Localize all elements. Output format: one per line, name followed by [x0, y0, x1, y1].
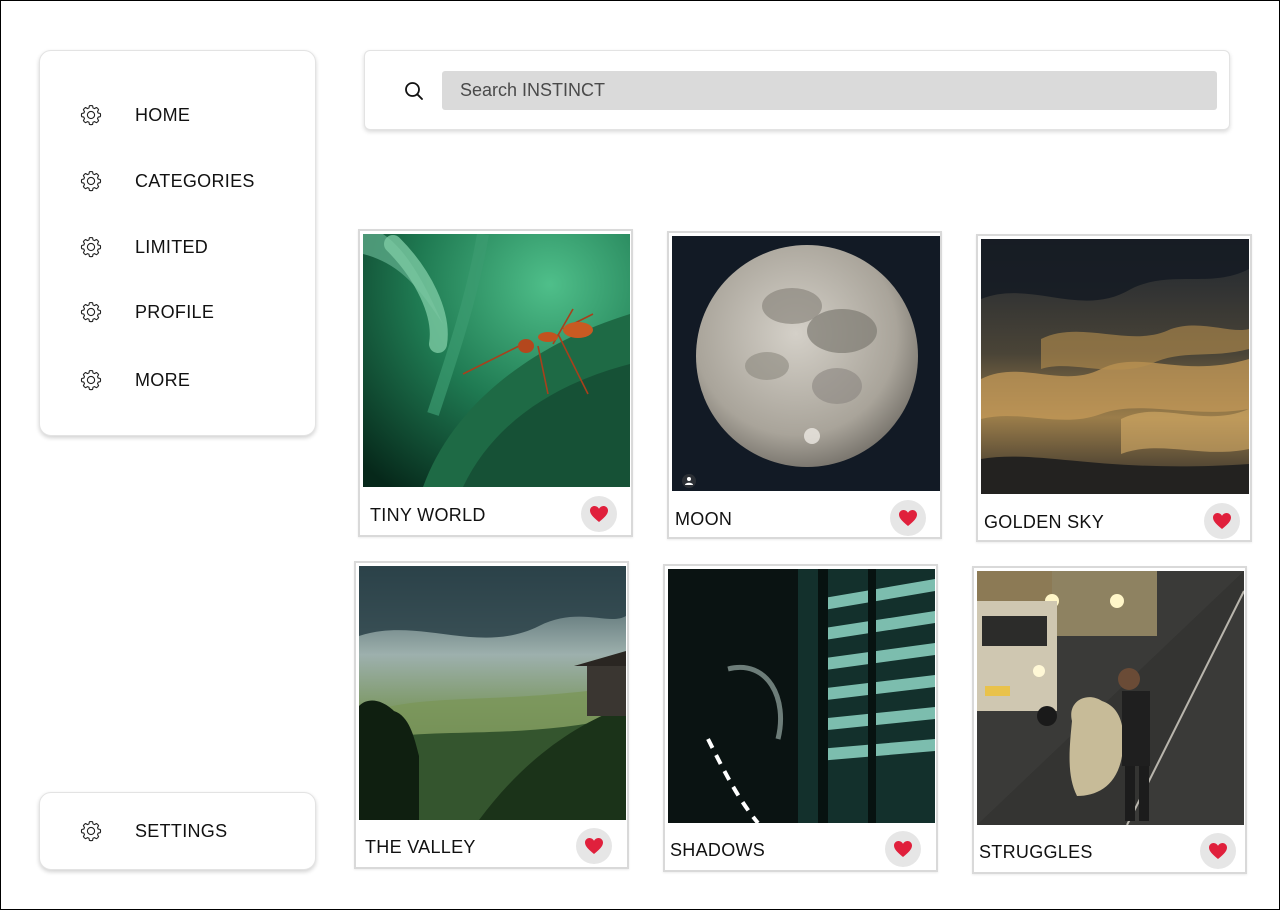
sidebar-item-more[interactable]: MORE	[78, 365, 190, 395]
heart-icon	[1209, 843, 1227, 859]
search-icon[interactable]	[403, 80, 425, 102]
photo-title: THE VALLEY	[365, 837, 476, 857]
photo-card: STRUGGLES	[972, 566, 1247, 874]
gear-icon	[78, 367, 104, 393]
like-button[interactable]	[885, 831, 921, 867]
sidebar-item-settings[interactable]: SETTINGS	[78, 816, 227, 846]
sidebar-item-profile[interactable]: PROFILE	[78, 297, 214, 327]
sidebar-item-label: HOME	[135, 104, 191, 125]
photo-card: TINY WORLD	[358, 229, 633, 537]
photo-thumbnail[interactable]	[363, 234, 630, 487]
sidebar-item-label: PROFILE	[135, 301, 215, 322]
gear-icon	[78, 299, 104, 325]
gear-icon	[78, 102, 104, 128]
sidebar-item-limited[interactable]: LIMITED	[78, 232, 208, 262]
sidebar-item-label: SETTINGS	[135, 820, 228, 841]
sidebar-nav: HOME CATEGORIES LIMITED PROFILE MORE	[39, 50, 316, 436]
like-button[interactable]	[1200, 833, 1236, 869]
gear-icon	[78, 818, 104, 844]
heart-icon	[585, 838, 603, 854]
like-button[interactable]	[1204, 503, 1240, 539]
like-button[interactable]	[890, 500, 926, 536]
photo-title: TINY WORLD	[370, 505, 486, 525]
photo-card: MOON	[667, 231, 942, 539]
photo-thumbnail[interactable]	[359, 566, 626, 820]
heart-icon	[590, 506, 608, 522]
photo-title: GOLDEN SKY	[984, 512, 1105, 532]
search-input[interactable]	[442, 71, 1217, 110]
photo-thumbnail[interactable]	[672, 236, 940, 491]
sidebar-item-label: MORE	[135, 369, 191, 390]
photo-thumbnail[interactable]	[668, 569, 935, 823]
heart-icon	[894, 841, 912, 857]
photo-title: MOON	[675, 509, 733, 529]
sidebar-item-label: CATEGORIES	[135, 170, 255, 191]
photo-card: SHADOWS	[663, 564, 938, 872]
photo-title: STRUGGLES	[979, 842, 1093, 862]
gear-icon	[78, 234, 104, 260]
photo-card: THE VALLEY	[354, 561, 629, 869]
heart-icon	[899, 510, 917, 526]
search-bar	[364, 50, 1230, 130]
like-button[interactable]	[576, 828, 612, 864]
settings-panel: SETTINGS	[39, 792, 316, 870]
sidebar-item-home[interactable]: HOME	[78, 100, 190, 130]
heart-icon	[1213, 513, 1231, 529]
gear-icon	[78, 168, 104, 194]
like-button[interactable]	[581, 496, 617, 532]
sidebar-item-label: LIMITED	[135, 236, 209, 257]
photo-thumbnail[interactable]	[977, 571, 1244, 825]
photo-card: GOLDEN SKY	[976, 234, 1252, 542]
photo-thumbnail[interactable]	[981, 239, 1249, 494]
photo-title: SHADOWS	[670, 840, 766, 860]
sidebar-item-categories[interactable]: CATEGORIES	[78, 166, 255, 196]
